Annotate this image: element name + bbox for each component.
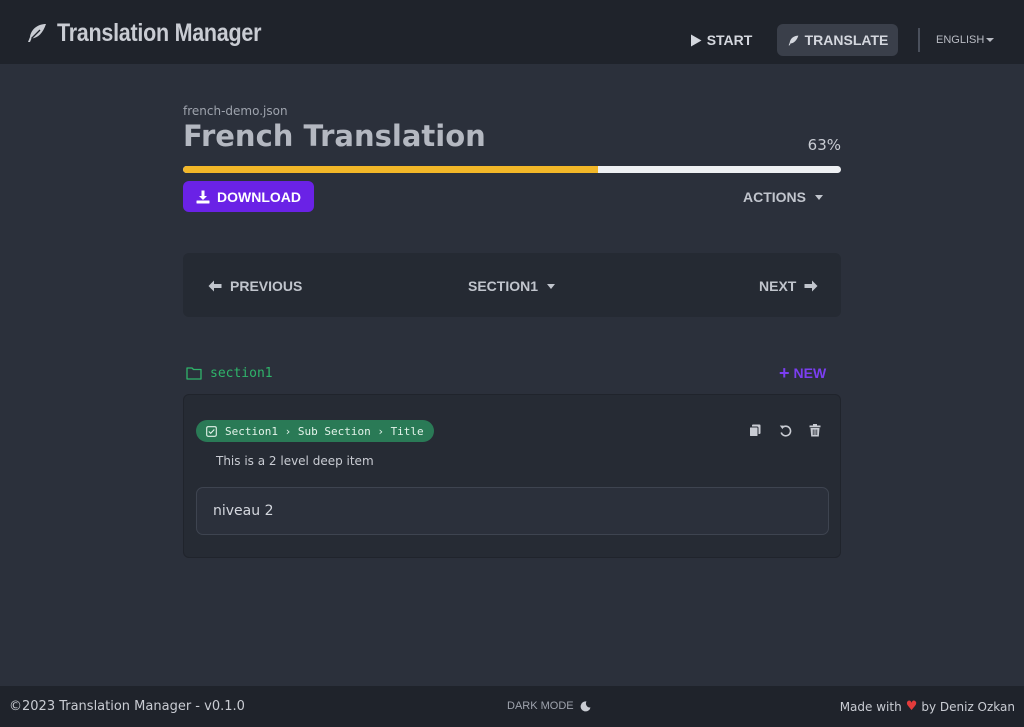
language-dropdown[interactable]: ENGLISH [936, 33, 995, 47]
previous-button[interactable]: PREVIOUS [208, 277, 302, 295]
download-button[interactable]: DOWNLOAD [183, 181, 314, 212]
dark-mode-label: DARK MODE [507, 700, 574, 712]
chevron-down-icon [547, 283, 556, 289]
item-path-badge: Section1 › Sub Section › Title [196, 420, 434, 442]
section-name: section1 [210, 365, 273, 381]
footer-credits: Made with ♥ by Deniz Ozkan [840, 699, 1015, 714]
item-path: Section1 › Sub Section › Title [225, 424, 424, 438]
page-title: French Translation [183, 119, 486, 153]
footer-copyright: ©2023 Translation Manager - v0.1.0 [9, 699, 245, 714]
brand[interactable]: Translation Manager [25, 18, 294, 48]
new-item-button[interactable]: + NEW [779, 364, 826, 382]
section-dropdown-label: SECTION1 [468, 278, 539, 294]
moon-icon [580, 700, 591, 711]
previous-label: PREVIOUS [230, 278, 303, 294]
made-with-label: Made with [839, 699, 902, 714]
actions-dropdown[interactable]: ACTIONS [743, 188, 823, 206]
nav-start-button[interactable]: START [680, 24, 762, 56]
section-heading: section1 [186, 364, 273, 382]
download-label: DOWNLOAD [217, 188, 301, 205]
translation-item-card: Section1 › Sub Section › Title This is a… [183, 394, 841, 558]
feather-icon [788, 35, 798, 45]
next-button[interactable]: NEXT [759, 277, 818, 295]
trash-icon[interactable] [808, 423, 822, 437]
section-dropdown[interactable]: SECTION1 [468, 277, 556, 295]
progress-bar-fill [183, 166, 598, 173]
chevron-down-icon [815, 194, 823, 200]
progress-percent: 63% [807, 136, 841, 154]
plus-icon: + [779, 363, 790, 383]
nav-divider [918, 28, 920, 52]
app-title: Translation Manager [57, 18, 262, 47]
nav-start-label: START [706, 32, 753, 48]
project-filename: french-demo.json [183, 104, 288, 118]
chevron-down-icon [986, 38, 995, 42]
item-actions [748, 423, 822, 437]
actions-label: ACTIONS [743, 189, 806, 205]
play-icon [690, 34, 702, 46]
next-label: NEXT [759, 278, 797, 294]
heart-icon: ♥ [905, 699, 918, 714]
dark-mode-toggle[interactable]: DARK MODE [507, 700, 591, 712]
progress-bar [183, 166, 841, 173]
section-navigation: PREVIOUS SECTION1 NEXT [183, 253, 841, 317]
download-icon [196, 190, 210, 203]
top-navbar: Translation Manager START TRANSLATE ENGL… [0, 0, 1024, 64]
translation-input[interactable] [196, 487, 829, 535]
author-label: by Deniz Ozkan [921, 699, 1015, 714]
checkbox-icon [206, 425, 217, 437]
language-label: ENGLISH [936, 34, 985, 46]
nav-translate-label: TRANSLATE [804, 32, 889, 48]
feather-icon [25, 21, 49, 45]
footer: ©2023 Translation Manager - v0.1.0 DARK … [0, 686, 1024, 727]
nav-translate-button[interactable]: TRANSLATE [777, 24, 898, 56]
new-item-label: NEW [793, 365, 827, 381]
copy-icon[interactable] [748, 423, 762, 437]
arrow-left-icon [208, 280, 222, 292]
item-description: This is a 2 level deep item [216, 454, 374, 468]
undo-icon[interactable] [778, 423, 792, 437]
folder-icon [186, 367, 202, 380]
arrow-right-icon [804, 280, 818, 292]
